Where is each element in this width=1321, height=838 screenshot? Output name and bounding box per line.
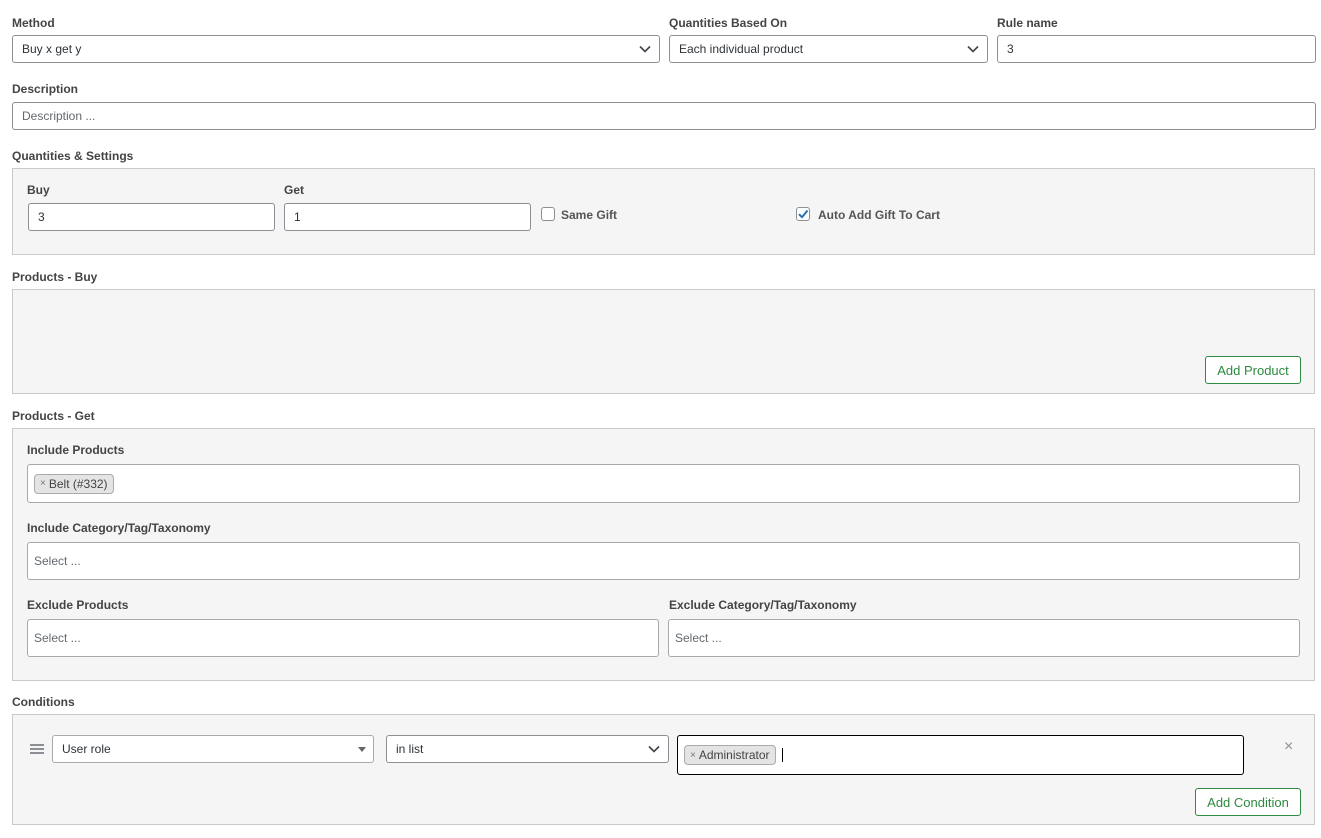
method-select[interactable]: Buy x get y bbox=[12, 35, 660, 63]
rule-name-label: Rule name bbox=[997, 16, 1058, 30]
quantities-section-label: Quantities & Settings bbox=[12, 149, 134, 163]
chevron-down-icon bbox=[639, 45, 651, 53]
caret-down-icon bbox=[358, 747, 366, 752]
exclude-products-placeholder: Select ... bbox=[34, 631, 81, 645]
condition-type-value: User role bbox=[62, 742, 111, 756]
condition-operator-value: in list bbox=[396, 742, 424, 756]
exclude-products-label: Exclude Products bbox=[27, 598, 129, 612]
conditions-section-label: Conditions bbox=[12, 695, 75, 709]
exclude-taxonomy-select[interactable]: Select ... bbox=[668, 619, 1300, 657]
qty-based-label: Quantities Based On bbox=[669, 16, 788, 30]
included-product-tag: × Belt (#332) bbox=[34, 473, 114, 494]
include-taxonomy-select[interactable]: Select ... bbox=[27, 542, 1300, 580]
products-buy-panel: Add Product bbox=[12, 289, 1315, 394]
buy-quantity-input[interactable]: 3 bbox=[28, 203, 275, 231]
condition-operator-select[interactable]: in list bbox=[386, 735, 669, 763]
add-condition-button[interactable]: Add Condition bbox=[1195, 788, 1301, 816]
chevron-down-icon bbox=[967, 45, 979, 53]
text-cursor bbox=[781, 748, 783, 762]
exclude-taxonomy-placeholder: Select ... bbox=[675, 631, 722, 645]
remove-tag-icon[interactable]: × bbox=[690, 750, 696, 761]
products-buy-section-label: Products - Buy bbox=[12, 270, 98, 284]
method-select-value: Buy x get y bbox=[22, 42, 82, 56]
get-quantity-input[interactable]: 1 bbox=[284, 203, 531, 231]
remove-condition-icon[interactable]: × bbox=[1284, 739, 1293, 755]
products-get-section-label: Products - Get bbox=[12, 409, 95, 423]
include-taxonomy-label: Include Category/Tag/Taxonomy bbox=[27, 521, 211, 535]
checkmark-icon bbox=[798, 209, 809, 219]
include-products-select[interactable]: × Belt (#332) bbox=[27, 464, 1300, 503]
description-input[interactable]: Description ... bbox=[12, 102, 1316, 130]
condition-value-tag-label: Administrator bbox=[698, 748, 770, 762]
rule-name-input[interactable]: 3 bbox=[997, 35, 1316, 63]
exclude-products-select[interactable]: Select ... bbox=[27, 619, 659, 657]
buy-label: Buy bbox=[27, 183, 50, 197]
products-get-panel: Include Products × Belt (#332) Include C… bbox=[12, 428, 1315, 681]
condition-value-tag: × Administrator bbox=[684, 745, 776, 765]
quantities-panel: Buy 3 Get 1 Same Gift Auto Add Gift To C… bbox=[12, 168, 1315, 255]
condition-type-select[interactable]: User role bbox=[52, 735, 374, 763]
included-product-tag-label: Belt (#332) bbox=[48, 476, 108, 491]
include-products-label: Include Products bbox=[27, 443, 125, 457]
conditions-panel: User role in list × Administrator × Add … bbox=[12, 714, 1315, 825]
condition-value-select[interactable]: × Administrator bbox=[677, 735, 1244, 775]
include-taxonomy-placeholder: Select ... bbox=[34, 554, 81, 568]
remove-tag-icon[interactable]: × bbox=[40, 478, 46, 489]
buy-quantity-value: 3 bbox=[38, 210, 45, 224]
drag-handle-icon[interactable] bbox=[30, 743, 44, 755]
same-gift-checkbox[interactable] bbox=[541, 207, 555, 221]
add-product-button[interactable]: Add Product bbox=[1205, 356, 1301, 384]
get-quantity-value: 1 bbox=[294, 210, 301, 224]
auto-add-gift-label: Auto Add Gift To Cart bbox=[818, 208, 940, 222]
method-label: Method bbox=[12, 16, 55, 30]
rule-name-value: 3 bbox=[1007, 42, 1014, 56]
description-placeholder: Description ... bbox=[22, 109, 96, 123]
exclude-taxonomy-label: Exclude Category/Tag/Taxonomy bbox=[669, 598, 857, 612]
description-label: Description bbox=[12, 82, 79, 96]
get-label: Get bbox=[284, 183, 305, 197]
chevron-down-icon bbox=[648, 745, 660, 753]
qty-based-select[interactable]: Each individual product bbox=[669, 35, 988, 63]
qty-based-select-value: Each individual product bbox=[679, 42, 804, 56]
auto-add-gift-checkbox[interactable] bbox=[796, 207, 810, 221]
same-gift-label: Same Gift bbox=[561, 208, 618, 222]
